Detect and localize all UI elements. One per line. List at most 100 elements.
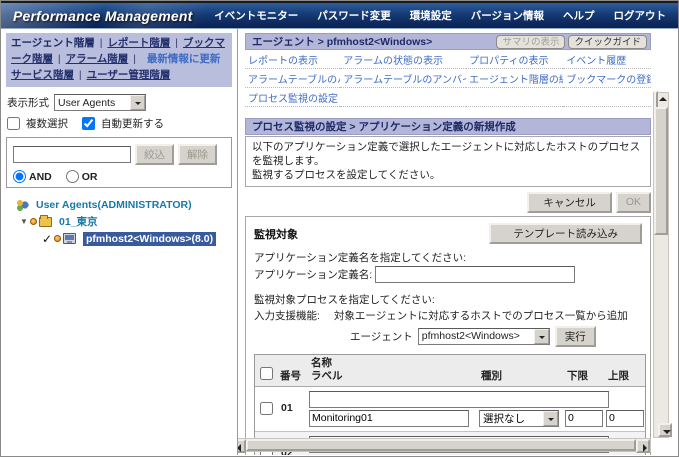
- user-agents-icon: [16, 199, 29, 211]
- quick-guide-button[interactable]: クイックガイド: [568, 35, 647, 49]
- process-panel-header: プロセス監視の設定 > アプリケーション定義の新規作成: [245, 118, 651, 135]
- link-unbind-alarm-table[interactable]: アラームテーブルのアンバインド: [343, 75, 466, 86]
- menu-environment-settings[interactable]: 環境設定: [410, 8, 452, 23]
- link-register-bookmark[interactable]: ブックマークの登録: [566, 75, 651, 86]
- tree-filter-box: 絞込 解除 AND OR: [6, 137, 232, 188]
- nav-separator: |: [79, 69, 82, 81]
- nav-report-hierarchy[interactable]: レポート階層: [107, 37, 170, 49]
- agent-action-links: レポートの表示 アラームの状態の表示 プロパティの表示 イベント履歴 アラームテ…: [245, 50, 651, 107]
- nav-separator: |: [58, 53, 61, 65]
- title-bar: Performance Management イベントモニター パスワード変更 …: [1, 1, 678, 29]
- scroll-right-icon[interactable]: [636, 439, 650, 453]
- horizontal-scroll-thumb[interactable]: [246, 439, 636, 451]
- agent-breadcrumb: エージェント > pfmhost2<Windows>: [252, 34, 432, 49]
- agent-select[interactable]: pfmhost2<Windows>: [418, 328, 550, 345]
- tree-agent-pfmhost2[interactable]: ✓ pfmhost2<Windows>(8.0): [6, 230, 232, 247]
- menu-logout[interactable]: ログアウト: [614, 8, 667, 23]
- link-event-history[interactable]: イベント履歴: [566, 56, 626, 67]
- app-logo: Performance Management: [13, 8, 192, 24]
- multi-select-checkbox[interactable]: [7, 117, 20, 130]
- upper-limit-input[interactable]: [606, 410, 644, 427]
- auto-update-label: 自動更新する: [101, 116, 164, 131]
- agent-panel-header: エージェント > pfmhost2<Windows> サマリの表示 クイックガイ…: [245, 33, 651, 50]
- hierarchy-nav: エージェント階層 | レポート階層 | ブックマーク階層 | アラーム階層 | …: [6, 33, 232, 87]
- col-lower: 下限: [565, 368, 606, 384]
- menu-change-password[interactable]: パスワード変更: [317, 8, 391, 23]
- lower-limit-input[interactable]: [565, 410, 603, 427]
- main-pane: エージェント > pfmhost2<Windows> サマリの表示 クイックガイ…: [238, 29, 678, 455]
- select-all-checkbox[interactable]: [260, 367, 273, 380]
- col-type: 種別: [479, 368, 565, 384]
- filter-keyword-input[interactable]: [13, 146, 131, 163]
- chevron-down-icon[interactable]: [534, 329, 549, 344]
- execute-button[interactable]: 実行: [555, 326, 596, 347]
- and-radio[interactable]: [13, 170, 26, 183]
- description-line2: 監視するプロセスを設定してください。: [252, 168, 644, 182]
- cancel-button[interactable]: キャンセル: [527, 192, 612, 213]
- display-format-value: User Agents: [55, 97, 130, 109]
- agent-tree: User Agents(ADMINISTRATOR) ▼ 01_東京 ✓ pfm…: [6, 196, 232, 247]
- tree-root-user-agents[interactable]: User Agents(ADMINISTRATOR): [6, 196, 232, 213]
- process-label-input[interactable]: [309, 410, 469, 427]
- tree-folder-tokyo[interactable]: ▼ 01_東京: [6, 213, 232, 230]
- filter-clear-button[interactable]: 解除: [178, 144, 217, 165]
- process-table-header: 番号 名称 ラベル 種別 下限 上限: [255, 355, 645, 387]
- appdef-name-label: アプリケーション定義名:: [254, 267, 372, 282]
- link-display-alarm-status[interactable]: アラームの状態の表示: [343, 56, 443, 67]
- link-display-report[interactable]: レポートの表示: [248, 56, 318, 67]
- vertical-scrollbar[interactable]: [653, 92, 669, 438]
- description-line1: 以下のアプリケーション定義で選択したエージェントに対応したホストのプロセスを監視…: [252, 140, 644, 168]
- vertical-scroll-thumb[interactable]: [654, 107, 668, 235]
- ok-button[interactable]: OK: [616, 192, 651, 213]
- menu-version-info[interactable]: バージョン情報: [471, 8, 544, 23]
- or-radio[interactable]: [66, 170, 79, 183]
- agent-menu-panel: エージェント > pfmhost2<Windows> サマリの表示 クイックガイ…: [245, 33, 651, 107]
- summary-display-button[interactable]: サマリの表示: [496, 35, 565, 49]
- or-label: OR: [82, 171, 98, 183]
- filter-narrow-button[interactable]: 絞込: [135, 144, 174, 165]
- load-template-button[interactable]: テンプレート読み込み: [489, 223, 642, 244]
- chevron-down-icon[interactable]: [543, 411, 558, 426]
- status-badge-icon: [30, 218, 37, 225]
- monitor-target-heading: 監視対象: [254, 223, 298, 242]
- link-edit-agent-hierarchy[interactable]: エージェント階層の編集: [469, 75, 563, 86]
- link-display-properties[interactable]: プロパティの表示: [469, 56, 548, 67]
- horizontal-scrollbar[interactable]: [238, 438, 651, 452]
- col-name-label: 名称 ラベル: [309, 357, 479, 384]
- nav-separator: |: [133, 53, 136, 65]
- auto-update-checkbox[interactable]: [82, 117, 95, 130]
- link-process-monitoring-settings[interactable]: プロセス監視の設定: [248, 94, 338, 105]
- table-row: 01 選択なし: [255, 387, 645, 432]
- nav-refresh-link[interactable]: 最新情報に更新: [147, 53, 221, 65]
- process-instruction: 監視対象プロセスを指定してください:: [254, 292, 435, 307]
- nav-service-hierarchy[interactable]: サービス階層: [11, 69, 74, 81]
- tree-folder-label: 01_東京: [59, 214, 98, 229]
- col-number: 番号: [278, 368, 309, 384]
- tree-expand-icon[interactable]: ▼: [18, 217, 30, 226]
- menu-help[interactable]: ヘルプ: [563, 8, 595, 23]
- link-bind-alarm-table[interactable]: アラームテーブルのバインド: [248, 75, 340, 86]
- app-window: Performance Management イベントモニター パスワード変更 …: [0, 0, 679, 457]
- appdef-name-input[interactable]: [375, 266, 575, 283]
- display-format-label: 表示形式: [7, 95, 49, 110]
- check-icon[interactable]: ✓: [40, 232, 54, 246]
- monitor-target-section: 監視対象 テンプレート読み込み アプリケーション定義名を指定してください: アプ…: [245, 216, 651, 455]
- tree-agent-label: pfmhost2<Windows>(8.0): [83, 232, 216, 246]
- nav-agent-hierarchy: エージェント階層: [11, 37, 95, 49]
- nav-separator: |: [100, 37, 103, 49]
- banner-menu: イベントモニター パスワード変更 環境設定 バージョン情報 ヘルプ ログアウト: [214, 8, 666, 23]
- nav-alarm-hierarchy[interactable]: アラーム階層: [66, 53, 129, 65]
- col-upper: 上限: [606, 368, 647, 384]
- process-breadcrumb: プロセス監視の設定 > アプリケーション定義の新規作成: [252, 119, 516, 134]
- scroll-left-icon[interactable]: [238, 439, 246, 453]
- scroll-down-icon[interactable]: [658, 423, 672, 437]
- input-assist-label: 入力支援機能:: [254, 308, 320, 323]
- folder-icon: [39, 217, 52, 227]
- nav-user-admin-hierarchy[interactable]: ユーザー管理階層: [87, 69, 171, 81]
- chevron-down-icon[interactable]: [130, 95, 145, 110]
- menu-event-monitor[interactable]: イベントモニター: [214, 8, 298, 23]
- row-select-checkbox[interactable]: [260, 402, 273, 415]
- process-name-input[interactable]: [309, 391, 609, 408]
- type-select[interactable]: 選択なし: [479, 410, 559, 427]
- display-format-select[interactable]: User Agents: [54, 94, 146, 111]
